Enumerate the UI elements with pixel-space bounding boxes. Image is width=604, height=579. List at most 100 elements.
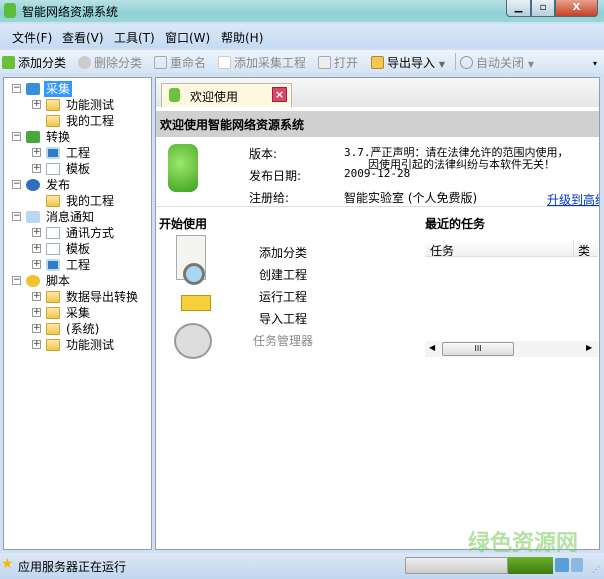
category-tree: − 采集 + 功能测试 我的工程 − 转换 + 工程 + 模板 − 发布 我的工程 − 消息通知 + 通讯方式 + 模… [3, 77, 152, 550]
tree-node[interactable]: + 工程 [4, 145, 151, 161]
resize-grip-icon[interactable]: ⋰ [592, 565, 600, 574]
expand-icon[interactable]: + [32, 308, 41, 317]
tree-node-label: 通讯方式 [66, 226, 115, 240]
menu-bar: 文件(F) 查看(V) 工具(T) 窗口(W) 帮助(H) [0, 24, 604, 48]
menu-file[interactable]: 文件(F) [12, 29, 52, 46]
close-tab-icon[interactable]: × [272, 87, 287, 102]
folder-icon [46, 99, 60, 111]
delete-icon [78, 56, 91, 69]
expand-icon[interactable]: + [32, 340, 41, 349]
expand-icon[interactable]: + [32, 100, 41, 109]
tree-node[interactable]: + 采集 [4, 305, 151, 321]
add-category-button[interactable]: 添加分类 [2, 54, 66, 71]
create-project-link[interactable]: 创建工程 [259, 266, 307, 283]
scroll-right-icon[interactable]: ▶ [586, 343, 592, 352]
tree-node-label: 数据导出转换 [66, 290, 139, 304]
title-bar: 智能网络资源系统 ▁ ▫ X [0, 0, 604, 22]
menu-view[interactable]: 查看(V) [62, 29, 104, 46]
tree-node[interactable]: + 功能测试 [4, 97, 151, 113]
tree-node[interactable]: + 工程 [4, 257, 151, 273]
export-import-button[interactable]: 导出导入 ▼ [371, 54, 445, 71]
tab-strip: 欢迎使用 × [156, 78, 599, 107]
server-icon [571, 558, 583, 572]
maximize-button[interactable]: ▫ [531, 0, 555, 17]
collapse-icon[interactable]: − [12, 84, 21, 93]
tree-node[interactable]: − 消息通知 [4, 209, 151, 225]
auto-close-button[interactable]: 自动关闭 ▼ [460, 54, 534, 71]
folder-icon [46, 323, 60, 335]
collapse-icon[interactable]: − [12, 180, 21, 189]
close-button[interactable]: X [555, 0, 598, 17]
tab-label: 欢迎使用 [190, 90, 239, 104]
release-date-label: 发布日期: [249, 169, 302, 183]
minimize-button[interactable]: ▁ [506, 0, 531, 17]
column-type[interactable]: 类型 [578, 242, 598, 256]
add-project-button[interactable]: 添加采集工程 [218, 54, 306, 71]
collapse-icon[interactable]: − [12, 212, 21, 221]
open-button[interactable]: 打开 [318, 54, 358, 71]
tree-node-label: 采集 [44, 81, 73, 97]
registered-to-label: 注册给: [249, 191, 290, 205]
tree-node-label: 模板 [66, 162, 91, 176]
expand-icon[interactable]: + [32, 244, 41, 253]
column-task[interactable]: 任务 [430, 242, 454, 256]
tree-node[interactable]: − 脚本 [4, 273, 151, 289]
folder-icon [46, 291, 60, 303]
recent-tasks-header: 任务 类型 [425, 241, 598, 257]
toolbar: 添加分类 删除分类 重命名 添加采集工程 打开 导出导入 ▼ 自动关闭 ▼ ▾ [0, 50, 604, 73]
scroll-left-icon[interactable]: ◀ [429, 343, 435, 352]
collapse-icon[interactable]: − [12, 276, 21, 285]
start-section-title: 开始使用 [159, 217, 208, 231]
horizontal-scrollbar[interactable]: ◀ III ▶ [425, 341, 598, 357]
scroll-thumb[interactable]: III [442, 342, 514, 356]
task-manager-link[interactable]: 任务管理器 [253, 332, 313, 349]
expand-icon[interactable]: + [32, 292, 41, 301]
menu-help[interactable]: 帮助(H) [221, 29, 263, 46]
tree-node-label: 采集 [66, 306, 91, 320]
tree-node[interactable]: − 采集 [4, 81, 151, 97]
tree-node[interactable]: + 功能测试 [4, 337, 151, 353]
star-icon: ★ [1, 556, 14, 572]
tree-node[interactable]: + 模板 [4, 241, 151, 257]
expand-icon[interactable]: + [32, 228, 41, 237]
tree-node[interactable]: + 模板 [4, 161, 151, 177]
import-project-link[interactable]: 导入工程 [259, 310, 307, 327]
tree-node[interactable]: + (系统) [4, 321, 151, 337]
dropdown-arrow-icon: ▼ [438, 60, 445, 69]
divider [156, 206, 599, 207]
expand-icon[interactable]: + [32, 164, 41, 173]
tree-node-label: 脚本 [46, 274, 71, 288]
delete-category-button[interactable]: 删除分类 [78, 54, 142, 71]
tree-node[interactable]: − 转换 [4, 129, 151, 145]
puzzle-icon [169, 88, 180, 102]
tree-node[interactable]: + 通讯方式 [4, 225, 151, 241]
category-icon [26, 211, 40, 223]
add-category-link[interactable]: 添加分类 [259, 244, 307, 261]
tree-node[interactable]: 我的工程 [4, 113, 151, 129]
tree-node[interactable]: − 发布 [4, 177, 151, 193]
tree-node-label: (系统) [66, 322, 100, 336]
category-icon [26, 131, 40, 143]
category-icon [26, 275, 40, 287]
tree-node-label: 我的工程 [66, 194, 115, 208]
tab-welcome[interactable]: 欢迎使用 × [161, 83, 292, 107]
open-icon [318, 56, 331, 69]
expand-icon[interactable]: + [32, 148, 41, 157]
collapse-icon[interactable]: − [12, 132, 21, 141]
menu-tools[interactable]: 工具(T) [114, 29, 155, 46]
expand-icon[interactable]: + [32, 260, 41, 269]
tree-node[interactable]: + 数据导出转换 [4, 289, 151, 305]
document-area: 欢迎使用 × 欢迎使用智能网络资源系统 版本: 3.7.严正声明：请在法律允许的… [155, 77, 600, 550]
folder-icon [46, 307, 60, 319]
document-icon [46, 243, 60, 255]
project-icon [46, 147, 60, 159]
toolbar-overflow-icon[interactable]: ▾ [593, 59, 597, 68]
expand-icon[interactable]: + [32, 324, 41, 333]
project-icon [46, 259, 60, 271]
run-project-link[interactable]: 运行工程 [259, 288, 307, 305]
rename-button[interactable]: 重命名 [154, 54, 206, 71]
menu-window[interactable]: 窗口(W) [165, 29, 210, 46]
document-icon [218, 56, 231, 69]
welcome-heading: 欢迎使用智能网络资源系统 [156, 111, 599, 137]
tree-node[interactable]: 我的工程 [4, 193, 151, 209]
